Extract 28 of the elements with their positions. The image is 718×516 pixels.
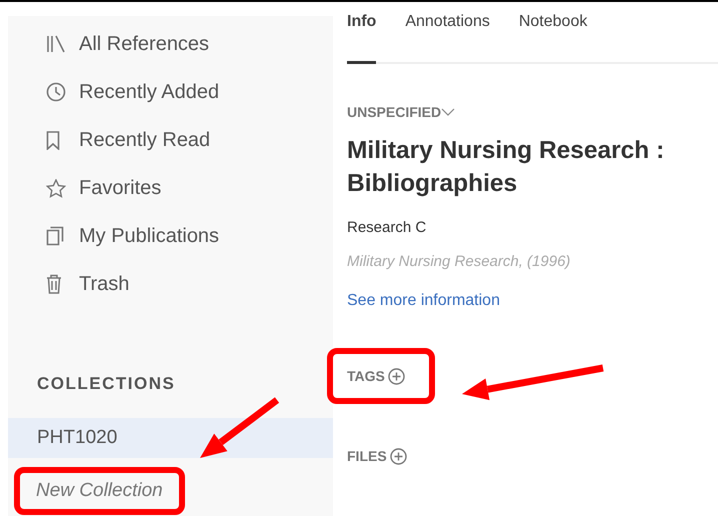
clock-icon: [46, 82, 66, 102]
tab[interactable]: Info: [347, 2, 376, 64]
library-icon: [46, 35, 66, 53]
trash-icon: [46, 274, 62, 294]
reference-title: Military Nursing Research : Bibliographies: [347, 136, 666, 199]
sidebar-item[interactable]: Recently Added: [8, 68, 333, 116]
sidebar-item[interactable]: All References: [8, 20, 333, 68]
chevron-down-icon: [441, 108, 456, 116]
sidebar-item[interactable]: Trash: [8, 260, 333, 308]
see-more-link[interactable]: See more information: [347, 292, 500, 310]
section-heading: COLLECTIONS: [37, 374, 176, 394]
tab[interactable]: Notebook: [518, 2, 588, 64]
add-icon[interactable]: [390, 448, 407, 464]
section-label: TAGS: [347, 368, 385, 384]
collection-item[interactable]: PHT1020: [8, 418, 333, 458]
sidebar-item[interactable]: Favorites: [8, 164, 333, 212]
author-text: Research C: [347, 219, 428, 236]
type-dropdown[interactable]: UNSPECIFIED: [347, 104, 442, 120]
sidebar-item[interactable]: My Publications: [8, 212, 333, 260]
section-label: FILES: [347, 448, 387, 464]
sidebar-item[interactable]: Recently Read: [8, 116, 333, 164]
add-icon[interactable]: [388, 368, 405, 384]
bookmark-icon: [46, 130, 60, 150]
pages-icon: [46, 226, 64, 246]
source-text: Military Nursing Research, (1996): [347, 253, 572, 270]
tab[interactable]: Annotations: [405, 2, 490, 64]
star-icon: [46, 178, 66, 198]
new-collection-link[interactable]: New Collection: [36, 480, 163, 502]
